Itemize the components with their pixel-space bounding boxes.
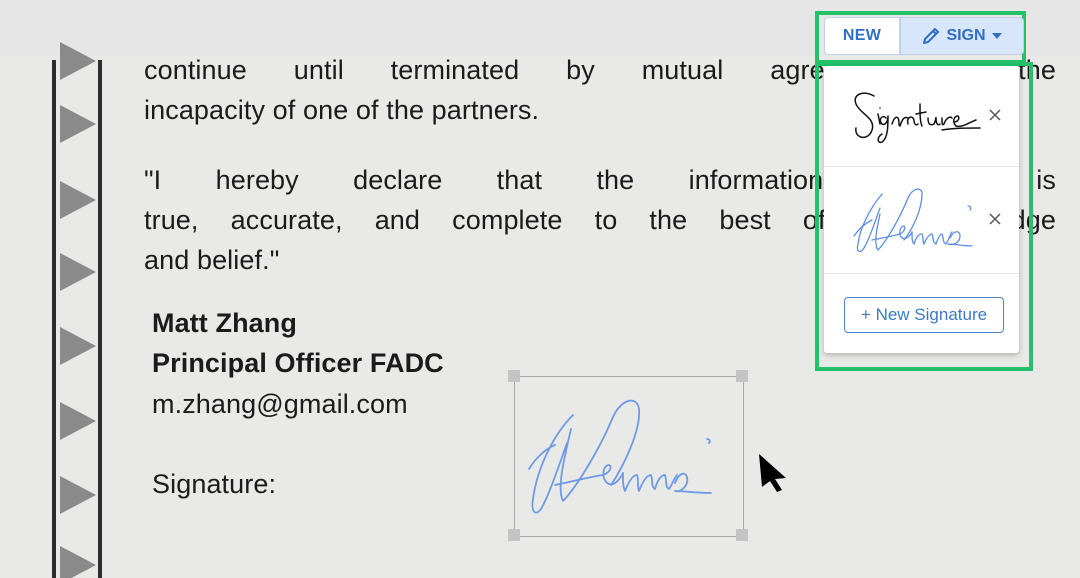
pencil-icon <box>923 28 940 44</box>
sign-button[interactable]: SIGN <box>900 17 1024 55</box>
page-marker-icon <box>60 105 96 143</box>
new-button-label: NEW <box>842 27 882 44</box>
page-rail-right <box>98 60 102 578</box>
close-icon[interactable] <box>987 107 1003 123</box>
placed-signature-image <box>528 399 712 514</box>
caret-down-icon <box>991 33 1002 39</box>
saved-signature-image <box>853 188 973 253</box>
page-marker-icon <box>60 181 96 219</box>
new-signature-button[interactable]: + New Signature <box>844 297 1004 333</box>
page-marker-icon <box>60 476 96 514</box>
app-window: continue until terminated by mutual agre… <box>0 0 1080 578</box>
page-rail-left <box>52 60 56 578</box>
resize-handle-bottom-left[interactable] <box>508 529 520 541</box>
saved-signature-image <box>854 92 981 144</box>
saved-signature-item[interactable] <box>824 66 1019 167</box>
page-marker-icon <box>60 327 96 365</box>
resize-handle-top-right[interactable] <box>736 370 748 382</box>
saved-signature-item[interactable] <box>824 166 1019 274</box>
page-marker-icon <box>60 402 96 440</box>
page-marker-icon <box>60 546 96 578</box>
page-marker-icon <box>60 42 96 80</box>
resize-handle-top-left[interactable] <box>508 370 520 382</box>
sign-button-label: SIGN <box>946 27 986 44</box>
page-marker-icon <box>60 253 96 291</box>
resize-handle-bottom-right[interactable] <box>736 529 748 541</box>
close-icon[interactable] <box>987 211 1003 227</box>
placed-signature-box[interactable] <box>514 376 744 537</box>
mouse-cursor-icon <box>759 454 786 492</box>
new-button[interactable]: NEW <box>824 17 900 55</box>
